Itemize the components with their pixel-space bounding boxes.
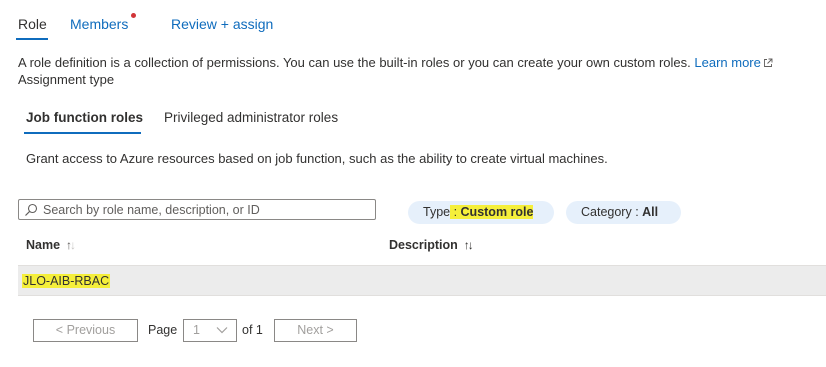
- role-description: A role definition is a collection of per…: [18, 55, 773, 70]
- table-row[interactable]: JLO-AIB-RBAC: [18, 265, 826, 296]
- category-filter-label: Category: [581, 205, 632, 219]
- assignment-type-label: Assignment type: [18, 72, 115, 87]
- tab-job-function-underline: [24, 132, 141, 134]
- category-filter-value: All: [642, 205, 659, 219]
- chevron-down-icon: [216, 327, 228, 334]
- external-link-icon: [763, 58, 773, 67]
- tab-members[interactable]: Members: [70, 16, 128, 32]
- tab-review-assign[interactable]: Review + assign: [171, 16, 273, 32]
- notification-dot: [131, 13, 136, 18]
- column-header-description-label: Description: [389, 238, 458, 252]
- column-header-name-label: Name: [26, 238, 61, 252]
- search-icon: [25, 203, 38, 216]
- role-description-text: A role definition is a collection of per…: [18, 55, 691, 70]
- tab-job-function-roles[interactable]: Job function roles: [26, 110, 143, 125]
- sort-icon: ↑↓: [66, 238, 76, 252]
- page-select-value: 1: [193, 323, 200, 337]
- learn-more-label: Learn more: [694, 55, 761, 70]
- job-function-description: Grant access to Azure resources based on…: [26, 151, 608, 166]
- search-input[interactable]: [43, 201, 363, 218]
- page-label: Page: [148, 323, 178, 337]
- role-name-cell[interactable]: JLO-AIB-RBAC: [22, 274, 111, 288]
- page-count-label: of 1: [242, 323, 263, 337]
- type-filter-pill[interactable]: Type : Custom role: [408, 201, 554, 224]
- tab-privileged-admin-roles[interactable]: Privileged administrator roles: [164, 110, 338, 125]
- category-filter-pill[interactable]: Category : All: [566, 201, 681, 224]
- previous-button[interactable]: < Previous: [33, 319, 138, 342]
- column-header-description[interactable]: Description ↑↓: [389, 238, 474, 252]
- type-filter-label: Type: [423, 205, 451, 219]
- next-button[interactable]: Next >: [274, 319, 357, 342]
- column-header-name[interactable]: Name ↑↓: [26, 238, 76, 252]
- tab-role-underline: [16, 38, 48, 40]
- search-field[interactable]: [18, 199, 376, 220]
- type-filter-value: Custom role: [460, 205, 534, 219]
- sort-icon: ↑↓: [463, 238, 474, 252]
- page-select[interactable]: 1: [183, 319, 237, 342]
- learn-more-link[interactable]: Learn more: [694, 55, 773, 70]
- tab-role[interactable]: Role: [18, 16, 47, 32]
